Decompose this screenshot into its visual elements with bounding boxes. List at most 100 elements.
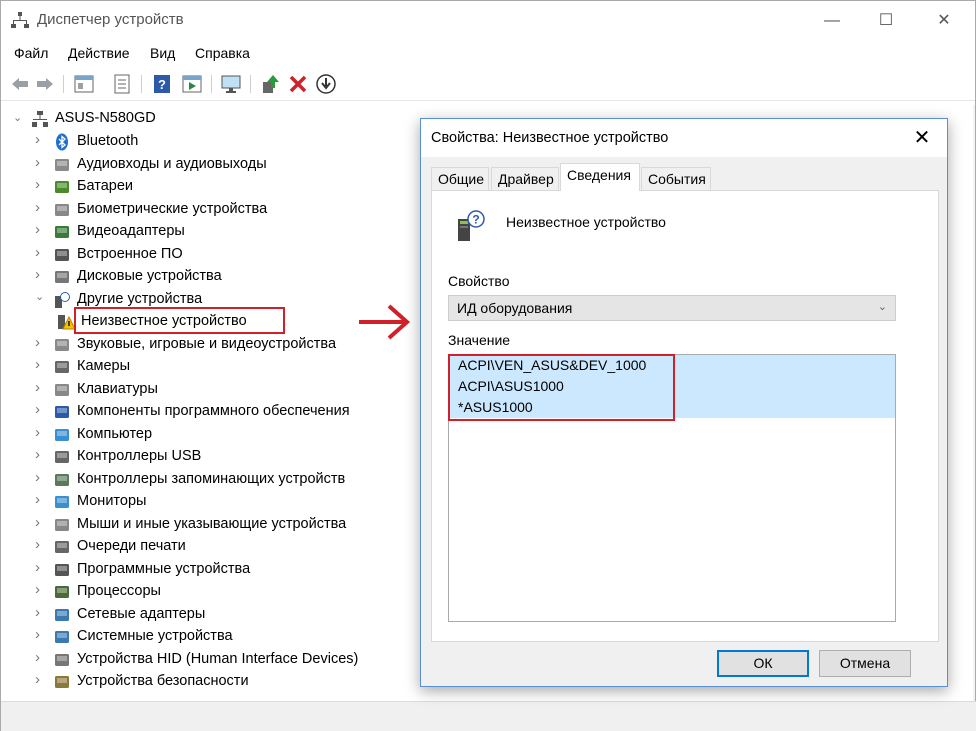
tree-item-label: Дисковые устройства	[77, 268, 222, 284]
status-bar	[1, 701, 976, 731]
chevron-right-icon[interactable]: ›	[35, 334, 47, 351]
menu-bar: Файл Действие Вид Справка	[1, 43, 975, 65]
tree-item-label: Клавиатуры	[77, 380, 158, 397]
mouse-icon	[55, 518, 69, 531]
close-button[interactable]: ✕	[921, 7, 967, 35]
unknown-device-icon: ?	[458, 210, 485, 241]
help-icon[interactable]: ?	[151, 73, 173, 95]
tree-item-label: Процессоры	[77, 583, 161, 599]
tree-item-label: Очереди печати	[77, 538, 186, 554]
tab-driver[interactable]: Драйвер	[491, 167, 559, 191]
menu-view[interactable]: Вид	[150, 45, 175, 61]
monitor-scan-icon[interactable]	[220, 73, 242, 95]
svg-text:?: ?	[158, 77, 166, 92]
computer-tower-icon	[32, 111, 48, 127]
chevron-right-icon[interactable]: ›	[35, 491, 47, 508]
tree-item-label: Встроенное ПО	[77, 245, 183, 262]
property-dropdown[interactable]: ИД оборудования ⌄	[448, 295, 896, 321]
ok-button[interactable]: ОК	[717, 650, 809, 677]
device-tree: ⌄ ASUS-N580GD › Bluetooth › Аудиовходы и ау…	[1, 105, 421, 699]
chevron-right-icon[interactable]: ›	[35, 604, 47, 621]
chevron-right-icon[interactable]: ›	[35, 649, 47, 666]
firmware-icon	[55, 248, 69, 261]
system-device-icon	[55, 631, 69, 643]
menu-file[interactable]: Файл	[14, 45, 48, 61]
chevron-right-icon[interactable]: ›	[35, 469, 47, 486]
tree-item-label: Устройства безопасности	[77, 673, 249, 689]
software-component-icon	[55, 406, 69, 418]
tab-details[interactable]: Сведения	[560, 163, 640, 191]
chevron-right-icon[interactable]: ›	[35, 581, 47, 598]
tree-item-label: Мыши и иные указывающие устройства	[77, 515, 347, 532]
tree-item-label: Устройства HID (Human Interface Devices)	[77, 650, 359, 667]
monitor-icon	[55, 496, 69, 508]
software-device-icon	[55, 563, 69, 576]
tree-root-label: ASUS-N580GD	[55, 110, 156, 126]
dialog-title: Свойства: Неизвестное устройство	[431, 130, 669, 146]
disk-icon	[55, 271, 69, 283]
chevron-right-icon[interactable]: ›	[35, 356, 47, 373]
tree-item-label: Мониторы	[77, 493, 147, 509]
warning-device-icon	[58, 315, 75, 330]
chevron-right-icon[interactable]: ›	[35, 244, 47, 261]
update-driver-icon[interactable]	[259, 73, 281, 95]
toolbar-separator	[141, 75, 142, 93]
printer-icon	[55, 541, 69, 553]
tree-item-label: Видеоадаптеры	[77, 223, 185, 239]
chevron-right-icon[interactable]: ›	[35, 176, 47, 193]
chevron-down-icon: ⌄	[877, 301, 887, 313]
window-title: Диспетчер устройств	[37, 11, 184, 28]
chevron-right-icon[interactable]: ›	[35, 221, 47, 238]
chevron-right-icon[interactable]: ›	[35, 626, 47, 643]
red-arrow-icon	[359, 304, 411, 340]
battery-icon	[55, 181, 69, 193]
tree-item-label: Биометрические устройства	[77, 200, 268, 217]
svg-text:?: ?	[472, 213, 479, 227]
tree-item-label: Bluetooth	[77, 133, 139, 149]
chevron-right-icon[interactable]: ›	[35, 379, 47, 396]
chevron-right-icon[interactable]: ›	[35, 424, 47, 441]
chevron-right-icon[interactable]: ›	[35, 266, 47, 283]
security-device-icon	[55, 676, 69, 688]
usb-icon	[55, 451, 69, 463]
chevron-right-icon[interactable]: ›	[35, 671, 47, 688]
uninstall-x-icon[interactable]	[287, 73, 309, 95]
highlight-unknown-device	[74, 307, 285, 334]
cancel-button[interactable]: Отмена	[819, 650, 911, 677]
download-icon[interactable]	[315, 73, 337, 95]
back-arrow-icon[interactable]	[9, 73, 31, 95]
minimize-button[interactable]: —	[809, 7, 855, 35]
chevron-right-icon[interactable]: ›	[35, 514, 47, 531]
scrollbar[interactable]	[973, 105, 975, 701]
menu-action[interactable]: Действие	[68, 45, 130, 61]
device-name: Неизвестное устройство	[506, 214, 666, 230]
chevron-right-icon[interactable]: ›	[35, 536, 47, 553]
chevron-right-icon[interactable]: ›	[35, 154, 47, 171]
dialog-tabs: Общие Драйвер Сведения События	[431, 163, 939, 191]
properties-dialog: Свойства: Неизвестное устройство ✕ Общие…	[420, 118, 948, 687]
camera-icon	[55, 361, 69, 373]
tab-general[interactable]: Общие	[431, 167, 489, 191]
run-icon[interactable]	[181, 73, 203, 95]
hid-icon	[55, 653, 69, 666]
chevron-right-icon[interactable]: ›	[35, 559, 47, 576]
tab-events[interactable]: События	[641, 167, 711, 191]
tree-item-label: Другие устройства	[77, 290, 203, 307]
forward-arrow-icon[interactable]	[34, 73, 56, 95]
properties-pane-icon[interactable]	[73, 73, 95, 95]
device-manager-app-icon	[11, 12, 29, 28]
storage-controller-icon	[55, 473, 69, 486]
chevron-right-icon[interactable]: ›	[35, 446, 47, 463]
device-list-icon[interactable]	[111, 73, 133, 95]
chevron-down-icon[interactable]: ⌄	[35, 290, 47, 304]
bluetooth-icon	[56, 133, 68, 151]
chevron-down-icon[interactable]: ⌄	[13, 111, 25, 125]
maximize-button[interactable]: ☐	[863, 7, 909, 35]
menu-help[interactable]: Справка	[195, 45, 250, 61]
chevron-right-icon[interactable]: ›	[35, 131, 47, 148]
dialog-close-button[interactable]: ✕	[909, 125, 935, 151]
chevron-right-icon[interactable]: ›	[35, 401, 47, 418]
tree-item-label: Звуковые, игровые и видеоустройства	[77, 335, 337, 352]
chevron-right-icon[interactable]: ›	[35, 199, 47, 216]
tree-item-label: Контроллеры запоминающих устройств	[77, 470, 346, 487]
